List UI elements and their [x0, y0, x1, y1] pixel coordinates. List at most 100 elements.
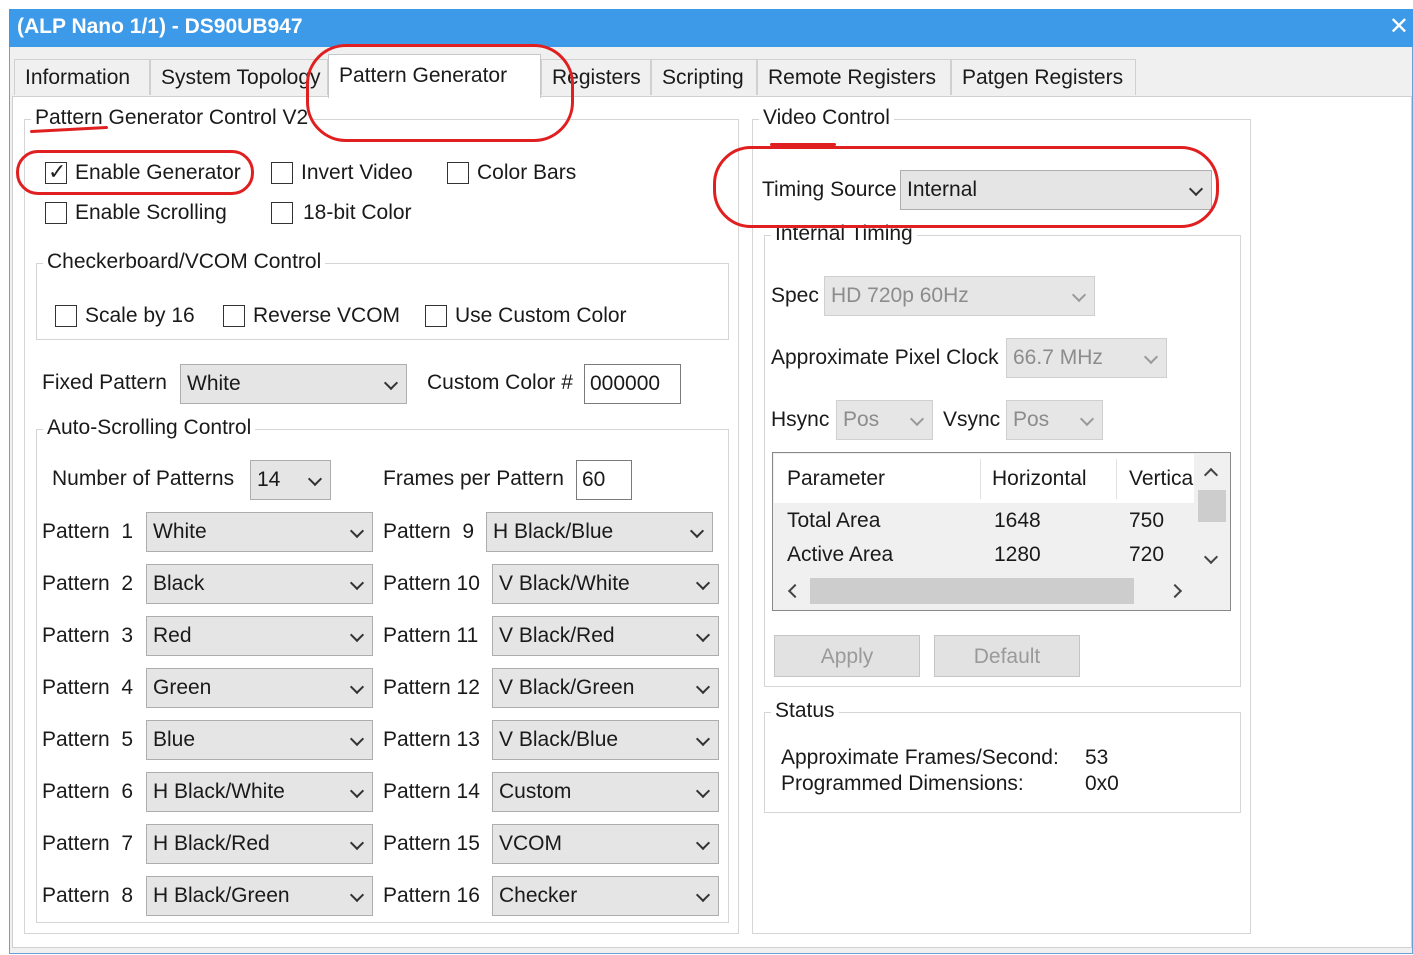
frames-per-pattern-input[interactable]: 60 [576, 460, 632, 500]
grid-cell: Active Area [787, 543, 894, 566]
pattern-5-dropdown[interactable]: Blue [146, 720, 373, 760]
scrollbar-thumb[interactable] [810, 578, 1134, 604]
pixel-clock-dropdown[interactable]: 66.7 MHz [1006, 338, 1167, 378]
chevron-down-icon [689, 523, 705, 539]
enable-scrolling-checkbox[interactable] [45, 202, 67, 224]
dropdown-value: Pos [843, 408, 880, 431]
pattern-3-dropdown[interactable]: Red [146, 616, 373, 656]
number-of-patterns-dropdown[interactable]: 14 [250, 460, 331, 500]
grid-header[interactable]: Parameter [787, 467, 885, 491]
annotation-underline [770, 143, 836, 146]
group-label: Video Control [759, 106, 894, 130]
chevron-down-icon [349, 783, 365, 799]
pattern-7-dropdown[interactable]: H Black/Red [146, 824, 373, 864]
invert-video-checkbox[interactable] [271, 162, 293, 184]
timing-grid[interactable]: Parameter Horizontal Vertica Total Area … [772, 452, 1231, 611]
custom-color-input[interactable]: 000000 [584, 364, 681, 404]
pattern-15-dropdown[interactable]: VCOM [492, 824, 719, 864]
scroll-down-icon[interactable] [1203, 549, 1219, 565]
pattern-label: Pattern 8 [42, 884, 134, 907]
pattern-label: Pattern 2 [42, 572, 134, 595]
fixed-pattern-dropdown[interactable]: White [180, 364, 407, 404]
pattern-label: Pattern 3 [42, 624, 134, 647]
chevron-down-icon [695, 731, 711, 747]
18bit-color-checkbox[interactable] [271, 202, 293, 224]
grid-cell: 720 [1129, 543, 1165, 566]
pattern-label: Pattern 11 [383, 624, 479, 647]
pattern-13-dropdown[interactable]: V Black/Blue [492, 720, 719, 760]
vsync-dropdown[interactable]: Pos [1006, 400, 1103, 440]
pattern-label: Pattern 1 [42, 520, 134, 543]
default-button[interactable]: Default [934, 635, 1080, 677]
dropdown-value: V Black/White [499, 572, 630, 595]
close-icon[interactable]: ✕ [1389, 12, 1409, 41]
dropdown-value: HD 720p 60Hz [831, 284, 969, 307]
pattern-9-dropdown[interactable]: H Black/Blue [486, 512, 713, 552]
dropdown-value: V Black/Blue [499, 728, 619, 751]
column-divider [980, 459, 981, 499]
pattern-4-dropdown[interactable]: Green [146, 668, 373, 708]
color-bars-label: Color Bars [477, 161, 577, 184]
chevron-down-icon [349, 627, 365, 643]
pattern-1-dropdown[interactable]: White [146, 512, 373, 552]
scale-by-16-checkbox[interactable] [55, 305, 77, 327]
chevron-down-icon [1079, 411, 1095, 427]
dropdown-value: Black [153, 572, 205, 595]
vsync-label: Vsync [943, 408, 1001, 431]
tab-system-topology[interactable]: System Topology [150, 59, 328, 95]
reverse-vcom-checkbox[interactable] [223, 305, 245, 327]
chevron-down-icon [909, 411, 925, 427]
scroll-right-icon[interactable] [1167, 583, 1183, 599]
vertical-scrollbar[interactable] [1194, 454, 1230, 574]
scroll-up-icon[interactable] [1203, 467, 1219, 483]
dropdown-value: 66.7 MHz [1013, 346, 1103, 369]
dropdown-value: H Black/Red [153, 832, 270, 855]
pattern-16-dropdown[interactable]: Checker [492, 876, 719, 916]
pattern-6-dropdown[interactable]: H Black/White [146, 772, 373, 812]
pattern-8-dropdown[interactable]: H Black/Green [146, 876, 373, 916]
chevron-down-icon [349, 835, 365, 851]
chevron-down-icon [349, 575, 365, 591]
use-custom-color-checkbox[interactable] [425, 305, 447, 327]
pattern-2-dropdown[interactable]: Black [146, 564, 373, 604]
spec-dropdown[interactable]: HD 720p 60Hz [824, 276, 1095, 316]
group-label: Status [771, 699, 839, 723]
hsync-dropdown[interactable]: Pos [836, 400, 933, 440]
horizontal-scrollbar[interactable] [774, 574, 1194, 608]
dropdown-value: H Black/White [153, 780, 285, 803]
pattern-label: Pattern 12 [383, 676, 480, 699]
dropdown-value: 14 [257, 468, 281, 491]
annotation-ring [16, 150, 254, 195]
dropdown-value: Blue [153, 728, 196, 751]
chevron-down-icon [349, 887, 365, 903]
window-title: (ALP Nano 1/1) - DS90UB947 [17, 15, 303, 38]
frames-per-pattern-label: Frames per Pattern [383, 467, 564, 490]
scrollbar-thumb[interactable] [1198, 490, 1226, 522]
dropdown-value: VCOM [499, 832, 562, 855]
tab-remote-registers[interactable]: Remote Registers [757, 59, 951, 95]
reverse-vcom-label: Reverse VCOM [253, 304, 401, 327]
column-divider [1116, 459, 1117, 499]
grid-header[interactable]: Vertica [1129, 467, 1193, 491]
pattern-10-dropdown[interactable]: V Black/White [492, 564, 719, 604]
tab-scripting[interactable]: Scripting [651, 59, 757, 95]
apply-button[interactable]: Apply [774, 635, 920, 677]
chevron-down-icon [695, 783, 711, 799]
grid-header[interactable]: Horizontal [992, 467, 1087, 491]
color-bars-checkbox[interactable] [447, 162, 469, 184]
pattern-label: Pattern 4 [42, 676, 134, 699]
chevron-down-icon [349, 731, 365, 747]
pattern-11-dropdown[interactable]: V Black/Red [492, 616, 719, 656]
scroll-left-icon[interactable] [787, 583, 803, 599]
tab-information[interactable]: Information [14, 59, 150, 95]
chevron-down-icon [695, 835, 711, 851]
checkerboard-vcom-group: Checkerboard/VCOM Control [36, 250, 729, 340]
scale-by-16-label: Scale by 16 [85, 304, 195, 327]
fps-label: Approximate Frames/Second: [781, 746, 1059, 769]
pattern-label: Pattern 16 [383, 884, 480, 907]
dropdown-value: Green [153, 676, 212, 699]
tab-patgen-registers[interactable]: Patgen Registers [951, 59, 1136, 95]
pattern-14-dropdown[interactable]: Custom [492, 772, 719, 812]
grid-cell: 1648 [994, 509, 1041, 532]
pattern-12-dropdown[interactable]: V Black/Green [492, 668, 719, 708]
